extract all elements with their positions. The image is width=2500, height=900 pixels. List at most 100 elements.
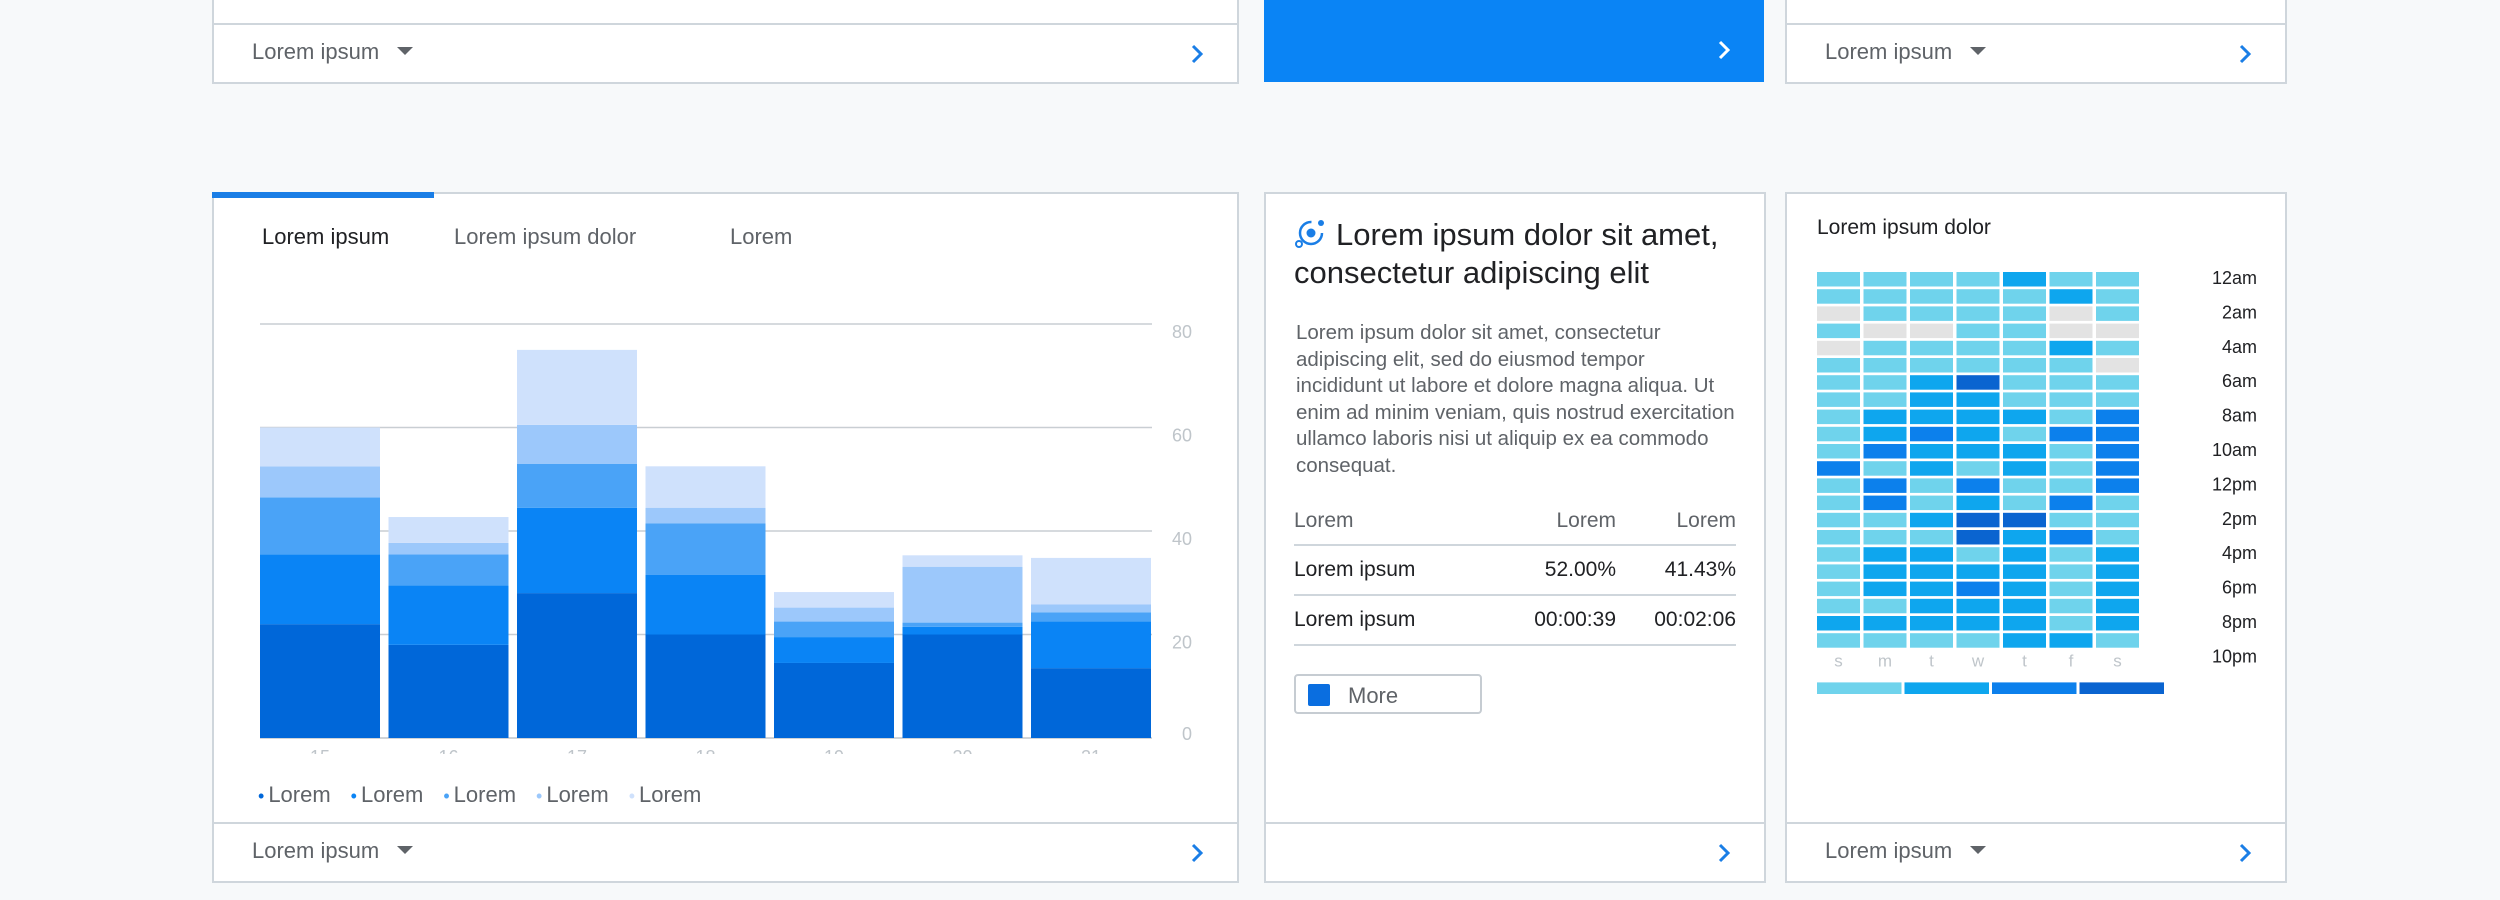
footer-range-select[interactable]: Lorem ipsum xyxy=(252,39,414,65)
heatmap-cell[interactable] xyxy=(1863,272,1907,287)
heatmap-cell[interactable] xyxy=(1817,530,1860,545)
bar-segment[interactable] xyxy=(388,517,509,543)
heatmap-cell[interactable] xyxy=(1910,409,1953,425)
heatmap-cell[interactable] xyxy=(1910,340,1953,356)
heatmap-cell[interactable] xyxy=(1956,272,2000,287)
heatmap-cell[interactable] xyxy=(2003,426,2046,442)
heatmap-cell[interactable] xyxy=(1817,272,1860,287)
heatmap-cell[interactable] xyxy=(1863,633,1907,648)
heatmap-cell[interactable] xyxy=(2003,512,2046,528)
heatmap-cell[interactable] xyxy=(2049,547,2093,562)
heatmap-cell[interactable] xyxy=(1910,426,1953,442)
heatmap-cell[interactable] xyxy=(1956,547,2000,562)
bar-segment[interactable] xyxy=(774,607,894,622)
heatmap-cell[interactable] xyxy=(1863,409,1907,425)
heatmap-cell[interactable] xyxy=(1956,581,2000,597)
bar-segment[interactable] xyxy=(1031,621,1151,669)
heatmap-cell[interactable] xyxy=(1956,478,2000,493)
heatmap-cell[interactable] xyxy=(1910,461,1953,476)
heatmap-cell[interactable] xyxy=(1817,461,1860,476)
heatmap-cell[interactable] xyxy=(1817,478,1860,493)
heatmap-cell[interactable] xyxy=(1863,530,1907,545)
heatmap-cell[interactable] xyxy=(1863,323,1907,339)
bar-segment[interactable] xyxy=(388,644,509,738)
heatmap-cell[interactable] xyxy=(2003,409,2046,425)
heatmap-cell[interactable] xyxy=(2096,547,2139,562)
heatmap-cell[interactable] xyxy=(1956,409,2000,425)
heatmap-cell[interactable] xyxy=(1956,616,2000,631)
heatmap-cell[interactable] xyxy=(1817,444,1860,459)
heatmap-cell[interactable] xyxy=(1956,512,2000,528)
heatmap-cell[interactable] xyxy=(2049,375,2093,390)
heatmap-cell[interactable] xyxy=(2003,616,2046,631)
heatmap-cell[interactable] xyxy=(2096,426,2139,442)
heatmap-cell[interactable] xyxy=(1956,375,2000,390)
bar-segment[interactable] xyxy=(645,466,766,508)
heatmap-cell[interactable] xyxy=(1863,478,1907,493)
heatmap-cell[interactable] xyxy=(1910,633,1953,648)
heatmap-cell[interactable] xyxy=(2049,306,2093,321)
heatmap-cell[interactable] xyxy=(1910,512,1953,528)
chevron-right-icon[interactable] xyxy=(1716,38,1732,62)
heatmap-cell[interactable] xyxy=(1817,633,1860,648)
bar-segment[interactable] xyxy=(1031,604,1151,613)
heatmap-cell[interactable] xyxy=(1956,461,2000,476)
heatmap-cell[interactable] xyxy=(1817,426,1860,442)
heatmap-cell[interactable] xyxy=(1910,272,1953,287)
bar-segment[interactable] xyxy=(902,622,1023,627)
heatmap-cell[interactable] xyxy=(2049,581,2093,597)
heatmap-cell[interactable] xyxy=(2049,340,2093,356)
heatmap-cell[interactable] xyxy=(2003,495,2046,511)
heatmap-cell[interactable] xyxy=(1910,564,1953,579)
top-middle-blue-card[interactable] xyxy=(1264,0,1764,82)
heatmap-cell[interactable] xyxy=(1863,358,1907,373)
heatmap-cell[interactable] xyxy=(2049,461,2093,476)
heatmap-cell[interactable] xyxy=(1863,616,1907,631)
heatmap-cell[interactable] xyxy=(1817,375,1860,390)
heatmap-cell[interactable] xyxy=(2096,358,2139,373)
heatmap-cell[interactable] xyxy=(1956,564,2000,579)
heatmap-cell[interactable] xyxy=(2049,564,2093,579)
heatmap-cell[interactable] xyxy=(1817,392,1860,407)
heatmap-cell[interactable] xyxy=(1817,616,1860,631)
heatmap-cell[interactable] xyxy=(1863,306,1907,321)
heatmap-cell[interactable] xyxy=(2096,392,2139,407)
heatmap-cell[interactable] xyxy=(1910,306,1953,321)
heatmap-cell[interactable] xyxy=(1863,289,1907,304)
bar-segment[interactable] xyxy=(388,542,509,555)
heatmap-cell[interactable] xyxy=(2003,478,2046,493)
bar-segment[interactable] xyxy=(774,637,894,663)
bar-segment[interactable] xyxy=(902,566,1023,623)
heatmap-cell[interactable] xyxy=(1956,358,2000,373)
bar-segment[interactable] xyxy=(1031,557,1151,605)
heatmap-cell[interactable] xyxy=(2003,289,2046,304)
heatmap-cell[interactable] xyxy=(1863,598,1907,614)
heatmap-cell[interactable] xyxy=(1863,581,1907,597)
heatmap-cell[interactable] xyxy=(2096,530,2139,545)
heatmap-cell[interactable] xyxy=(1817,306,1860,321)
heatmap-cell[interactable] xyxy=(2049,530,2093,545)
heatmap-cell[interactable] xyxy=(2003,598,2046,614)
heatmap-cell[interactable] xyxy=(2003,564,2046,579)
heatmap-cell[interactable] xyxy=(2049,323,2093,339)
heatmap-cell[interactable] xyxy=(1956,392,2000,407)
heatmap-cell[interactable] xyxy=(2096,409,2139,425)
heatmap-cell[interactable] xyxy=(2003,444,2046,459)
heatmap-cell[interactable] xyxy=(1910,616,1953,631)
footer-range-select[interactable]: Lorem ipsum xyxy=(1825,39,1987,65)
heatmap-cell[interactable] xyxy=(1817,581,1860,597)
heatmap-cell[interactable] xyxy=(2049,409,2093,425)
heatmap-cell[interactable] xyxy=(1817,495,1860,511)
bar-segment[interactable] xyxy=(517,507,637,594)
bar-segment[interactable] xyxy=(260,624,380,738)
footer-range-select[interactable]: Lorem ipsum xyxy=(252,838,414,864)
chevron-right-icon[interactable] xyxy=(1189,841,1205,865)
heatmap-cell[interactable] xyxy=(2096,564,2139,579)
heatmap-cell[interactable] xyxy=(1863,340,1907,356)
heatmap-cell[interactable] xyxy=(1817,547,1860,562)
heatmap-cell[interactable] xyxy=(1910,478,1953,493)
bar-segment[interactable] xyxy=(902,634,1023,739)
heatmap-cell[interactable] xyxy=(2003,375,2046,390)
heatmap-cell[interactable] xyxy=(1910,392,1953,407)
bar-segment[interactable] xyxy=(517,349,637,425)
